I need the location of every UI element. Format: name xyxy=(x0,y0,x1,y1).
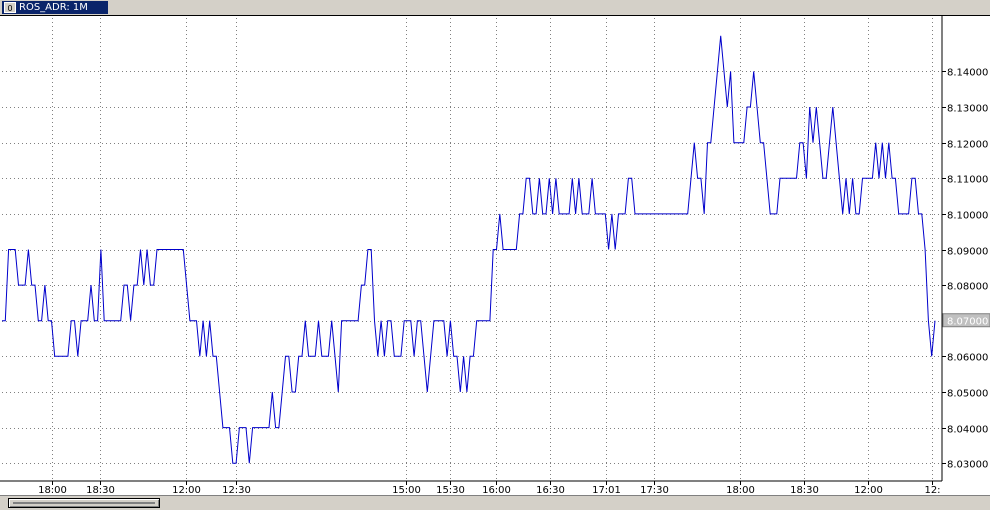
y-tick-label: 8.06000 xyxy=(947,353,988,364)
tab-ros-adr[interactable]: 0 ROS_ADR: 1M xyxy=(2,1,108,14)
y-tick-label: 8.11000 xyxy=(947,175,988,186)
chart-icon: 0 xyxy=(4,2,16,13)
y-tick-label: 8.12000 xyxy=(947,140,988,151)
y-tick-label: 8.14000 xyxy=(947,68,988,79)
y-tick-label: 8.08000 xyxy=(947,282,988,293)
y-tick-label: 8.10000 xyxy=(947,211,988,222)
y-tick-label: 8.09000 xyxy=(947,247,988,258)
y-tick-label: 8.03000 xyxy=(947,460,988,471)
y-tick-label: 8.13000 xyxy=(947,104,988,115)
y-tick-label: 8.05000 xyxy=(947,389,988,400)
y-tick-label: 8.04000 xyxy=(947,425,988,436)
scrollbar-thumb[interactable] xyxy=(8,498,160,508)
tab-bar: 0 ROS_ADR: 1M xyxy=(0,0,990,15)
horizontal-scrollbar[interactable] xyxy=(0,495,990,510)
tab-label: ROS_ADR: 1M xyxy=(19,2,88,13)
chart-window: 0 ROS_ADR: 1M 8.03000 8.04000 8.05000 8.060… xyxy=(0,0,990,510)
current-price-label: 8.07000 xyxy=(947,317,988,328)
price-line xyxy=(2,35,936,464)
price-chart[interactable]: 8.03000 8.04000 8.05000 8.06000 8.07000 8.080… xyxy=(0,16,990,496)
chart-area[interactable]: 8.03000 8.04000 8.05000 8.06000 8.07000 8.080… xyxy=(0,15,990,496)
